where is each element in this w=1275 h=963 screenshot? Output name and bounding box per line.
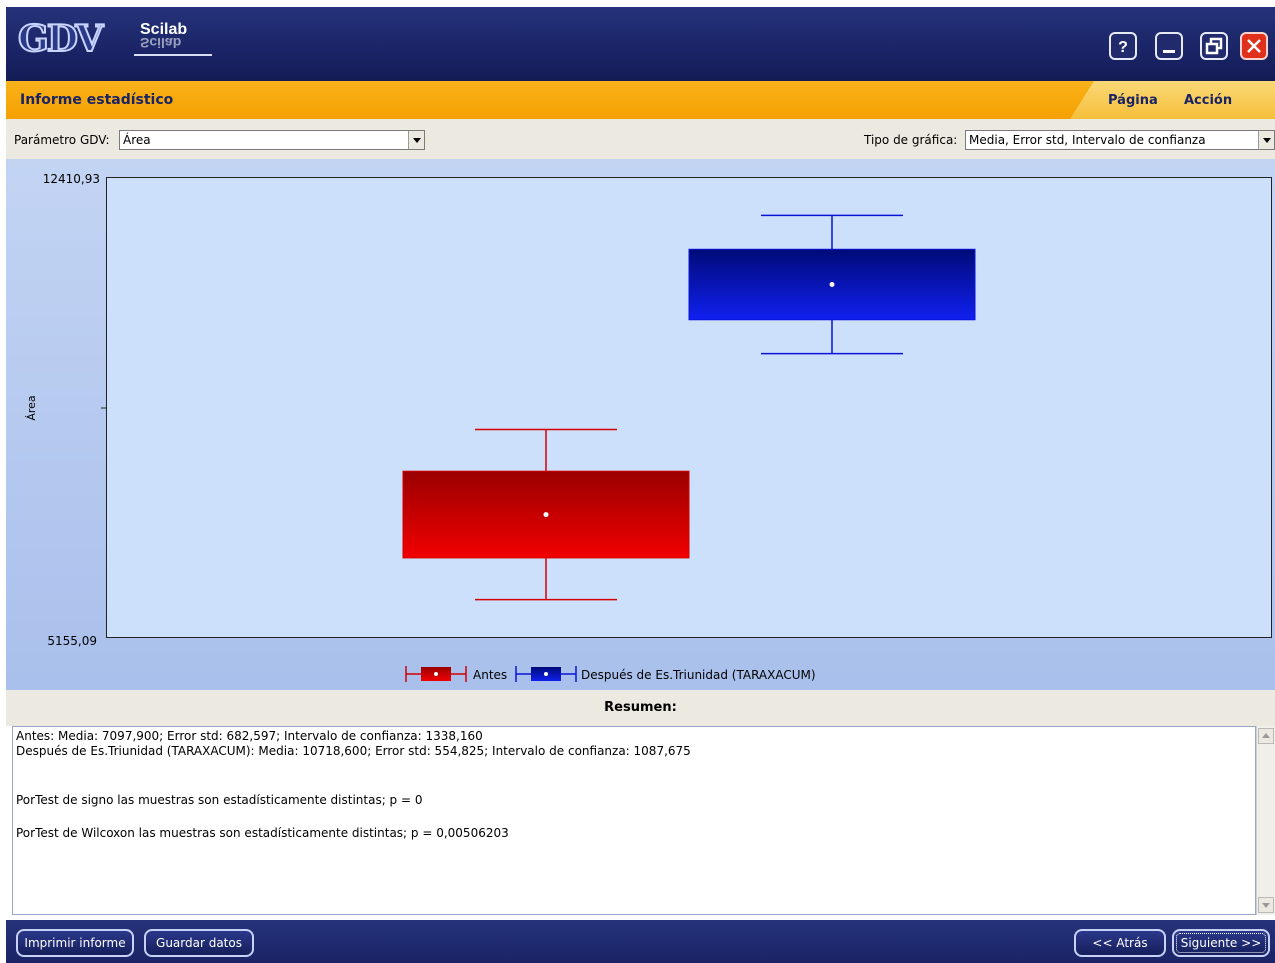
legend-label-antes: Antes (473, 668, 507, 682)
y-tick-label-max: 12410,93 (43, 172, 100, 186)
legend-label-despues: Después de Es.Triunidad (TARAXACUM) (581, 668, 816, 682)
y-tick-label-min: 5155,09 (47, 634, 97, 648)
back-button[interactable]: << Atrás (1074, 929, 1166, 957)
summary-line-despues: Después de Es.Triunidad (TARAXACUM): Med… (16, 744, 691, 758)
summary-line-antes: Antes: Media: 7097,900; Error std: 682,5… (16, 729, 483, 743)
save-data-button[interactable]: Guardar datos (144, 929, 254, 957)
summary-scrollbar[interactable] (1256, 726, 1275, 915)
next-button[interactable]: Siguiente >> (1172, 929, 1270, 957)
mean-point-antes (543, 512, 549, 518)
scroll-up-icon[interactable] (1258, 728, 1274, 744)
box-chart: 12410,93 5155,09 Área Antes Después de E… (25, 172, 976, 682)
mean-point-despues (829, 282, 835, 288)
y-axis-label: Área (25, 395, 38, 420)
legend-swatch-despues (515, 666, 577, 682)
legend: Antes Después de Es.Triunidad (TARAXACUM… (405, 666, 816, 682)
summary-line-wilcoxon: PorTest de Wilcoxon las muestras son est… (16, 826, 509, 840)
chart-marks (402, 214, 976, 601)
summary-line-sign-test: PorTest de signo las muestras son estadí… (16, 793, 423, 807)
scroll-down-icon[interactable] (1258, 897, 1274, 913)
print-report-button[interactable]: Imprimir informe (16, 929, 134, 957)
summary-text-area[interactable]: Antes: Media: 7097,900; Error std: 682,5… (12, 726, 1256, 915)
legend-swatch-antes (405, 666, 467, 682)
summary-heading: Resumen: (604, 700, 677, 715)
